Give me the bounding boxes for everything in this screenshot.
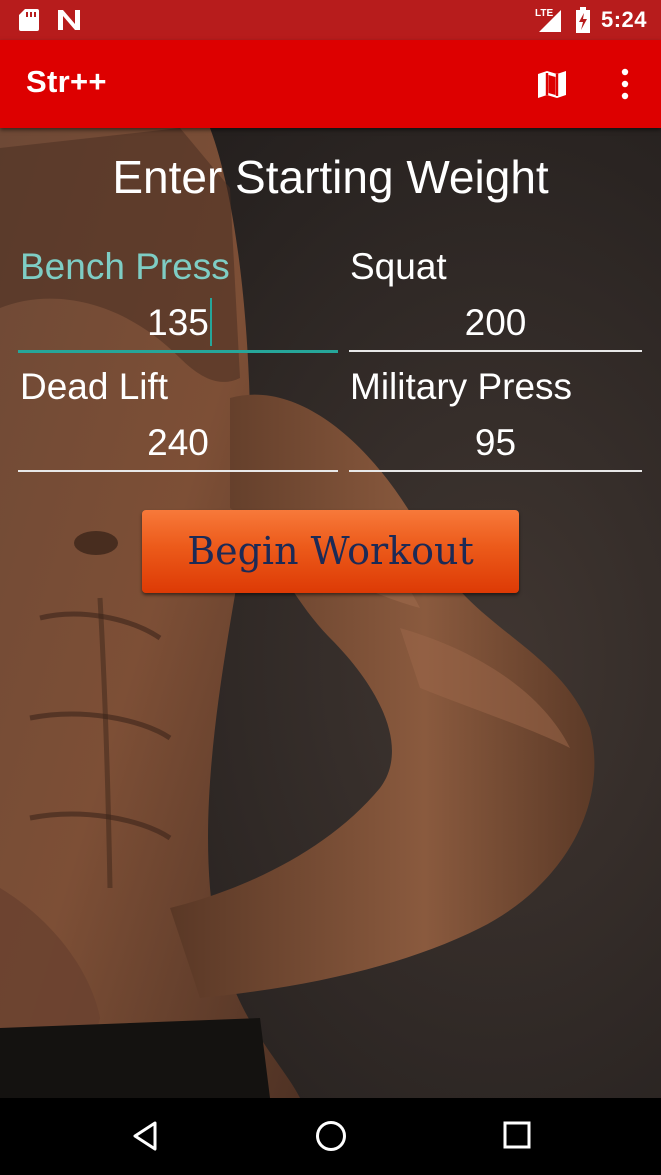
map-icon[interactable] [536, 68, 568, 100]
status-right-icons: LTE 5:24 [535, 6, 647, 34]
app-bar: Str++ [0, 40, 661, 128]
recents-icon[interactable] [503, 1121, 531, 1149]
bench-press-underline [18, 350, 338, 353]
squat-input[interactable]: 200 [349, 302, 642, 344]
app-title: Str++ [26, 64, 107, 99]
status-left-icons [18, 8, 82, 32]
military-press-underline [349, 470, 642, 472]
n-notification-icon [58, 10, 80, 30]
bench-press-input[interactable]: 135 [18, 302, 338, 344]
sd-card-icon [19, 9, 39, 31]
content-area: Enter Starting Weight Bench Press 135 Sq… [0, 128, 661, 1098]
page-heading: Enter Starting Weight [112, 151, 549, 203]
back-icon[interactable] [130, 1120, 160, 1152]
svg-text:LTE: LTE [535, 8, 553, 19]
dead-lift-label: Dead Lift [20, 366, 169, 407]
dead-lift-input[interactable]: 240 [18, 422, 338, 464]
text-cursor [210, 298, 212, 346]
status-bar: LTE 5:24 [0, 0, 661, 40]
military-press-label: Military Press [350, 366, 573, 407]
squat-underline [349, 350, 642, 352]
bench-press-label: Bench Press [20, 246, 230, 287]
begin-workout-button[interactable]: Begin Workout [142, 510, 519, 593]
signal-icon: LTE [535, 8, 561, 32]
status-time: 5:24 [600, 7, 647, 32]
navigation-bar [0, 1098, 661, 1175]
squat-label: Squat [350, 246, 447, 287]
battery-icon [575, 7, 590, 33]
overflow-menu-icon[interactable] [613, 66, 637, 102]
dead-lift-underline [18, 470, 338, 472]
home-icon[interactable] [314, 1119, 348, 1153]
military-press-input[interactable]: 95 [349, 422, 642, 464]
